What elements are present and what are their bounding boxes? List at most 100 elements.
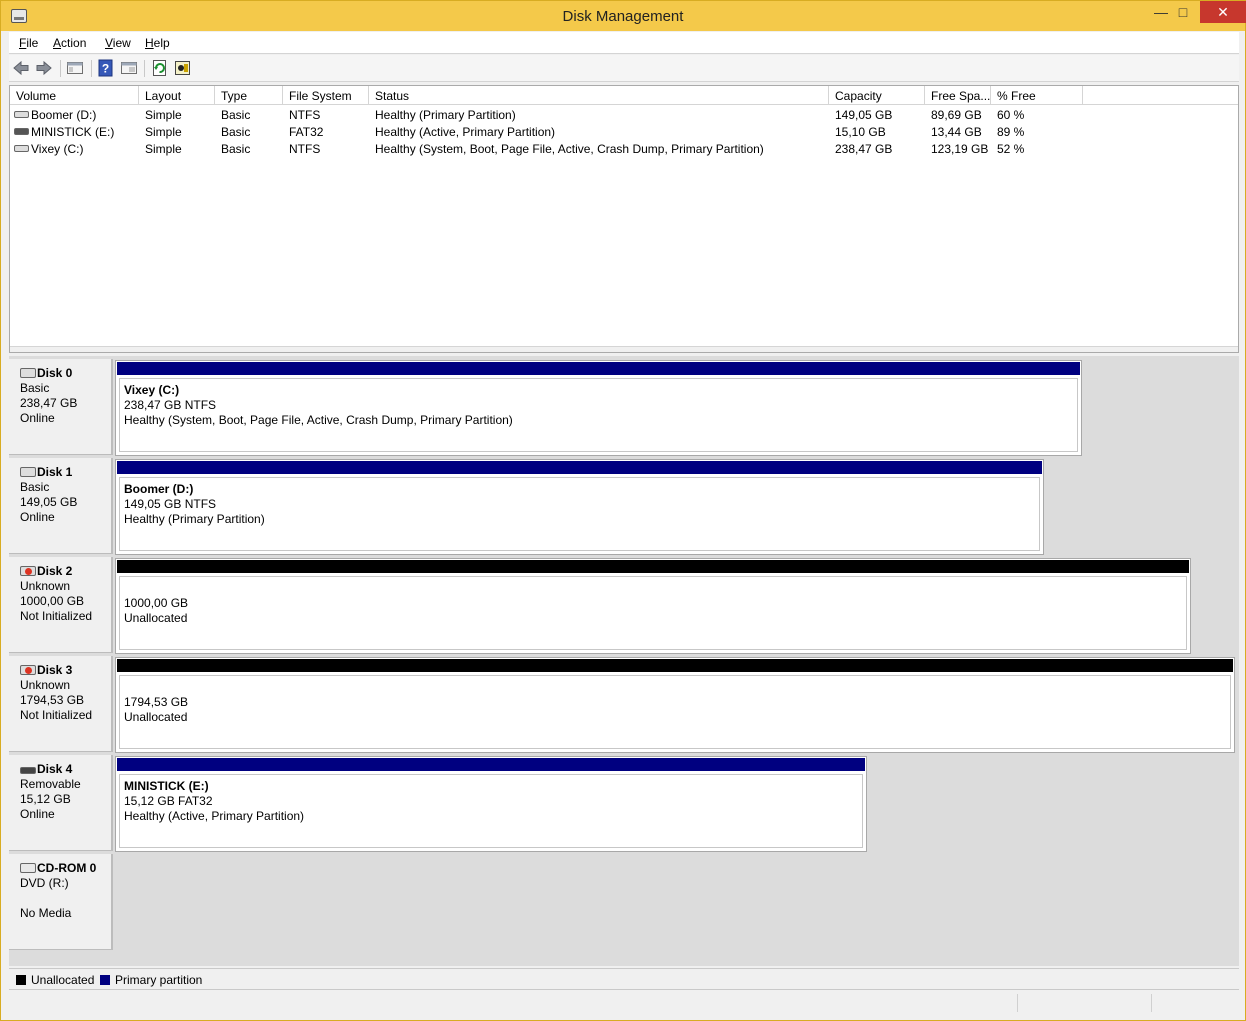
column-header-percent-free[interactable]: % Free — [991, 86, 1083, 105]
partition-frame[interactable]: 1000,00 GB Unallocated — [115, 558, 1191, 654]
cell-layout: Simple — [145, 108, 182, 122]
removable-drive-icon — [14, 128, 29, 135]
cell-type: Basic — [221, 125, 251, 139]
column-header-layout[interactable]: Layout — [139, 86, 215, 105]
disk-state: Not Initialized — [20, 708, 93, 722]
close-button[interactable]: ✕ — [1200, 1, 1246, 23]
partition-detail: 15,12 GB FAT32 — [124, 794, 213, 808]
unallocated-bar — [117, 659, 1233, 672]
partition-frame[interactable]: 1794,53 GB Unallocated — [115, 657, 1235, 753]
menu-bar: File Action View Help — [9, 32, 1239, 54]
legend: Unallocated Primary partition — [9, 968, 1239, 990]
primary-partition-bar — [117, 758, 865, 771]
partition-body[interactable]: Boomer (D:) 149,05 GB NTFS Healthy (Prim… — [119, 477, 1040, 551]
disk-warning-icon — [20, 665, 36, 675]
back-arrow-icon[interactable] — [12, 59, 30, 77]
cell-file-system: NTFS — [289, 108, 321, 122]
disk-state: No Media — [20, 906, 72, 920]
menu-help-label: elp — [153, 36, 170, 50]
partition-name — [124, 680, 1230, 695]
disk-row: CD-ROM 0 DVD (R:) No Media — [9, 851, 1239, 950]
menu-action-mnemonic: A — [53, 36, 62, 50]
menu-action[interactable]: Action — [53, 36, 86, 50]
rescan-disks-icon[interactable] — [174, 59, 192, 77]
menu-view[interactable]: View — [105, 36, 131, 50]
help-icon[interactable]: ? — [97, 59, 115, 77]
column-header-type[interactable]: Type — [215, 86, 283, 105]
title-bar[interactable]: Disk Management — □ ✕ — [1, 1, 1246, 31]
toolbar-separator — [144, 60, 145, 77]
partition-detail: 238,47 GB NTFS — [124, 398, 217, 412]
table-row[interactable]: Boomer (D:) Simple Basic NTFS Healthy (P… — [10, 106, 1238, 123]
disk-kind: Basic — [20, 480, 50, 494]
column-header-status[interactable]: Status — [369, 86, 829, 105]
table-row[interactable]: MINISTICK (E:) Simple Basic FAT32 Health… — [10, 123, 1238, 140]
partition-frame[interactable]: Boomer (D:) 149,05 GB NTFS Healthy (Prim… — [115, 459, 1044, 555]
menu-view-mnemonic: V — [105, 36, 113, 50]
disk-size — [20, 891, 111, 906]
disk-drive-icon — [14, 145, 29, 152]
unallocated-swatch — [16, 975, 26, 985]
maximize-button[interactable]: □ — [1168, 1, 1198, 23]
disk-state: Not Initialized — [20, 609, 93, 623]
column-header-file-system[interactable]: File System — [283, 86, 369, 105]
partition-name: MINISTICK (E:) — [124, 779, 209, 793]
disk-kind: Unknown — [20, 579, 71, 593]
disk-label[interactable]: Disk 0 Basic 238,47 GB Online — [9, 359, 113, 455]
partition-status: Healthy (System, Boot, Page File, Active… — [124, 413, 513, 427]
disk-map: Disk 0 Basic 238,47 GB Online Vixey (C:)… — [9, 356, 1239, 966]
refresh-icon[interactable] — [151, 59, 169, 77]
disk-name: CD-ROM 0 — [37, 861, 97, 875]
partition-body[interactable]: MINISTICK (E:) 15,12 GB FAT32 Healthy (A… — [119, 774, 863, 848]
disk-label[interactable]: Disk 4 Removable 15,12 GB Online — [9, 755, 113, 851]
cell-status: Healthy (Active, Primary Partition) — [375, 125, 556, 139]
disk-kind: DVD (R:) — [20, 876, 69, 890]
table-row[interactable]: Vixey (C:) Simple Basic NTFS Healthy (Sy… — [10, 140, 1238, 157]
partition-status: Unallocated — [124, 611, 188, 625]
disk-label[interactable]: CD-ROM 0 DVD (R:) No Media — [9, 854, 113, 950]
partition-detail: 1000,00 GB — [124, 596, 189, 610]
menu-help[interactable]: Help — [145, 36, 170, 50]
disk-row: Disk 1 Basic 149,05 GB Online Boomer (D:… — [9, 455, 1239, 555]
forward-arrow-icon[interactable] — [35, 59, 53, 77]
status-divider — [1017, 994, 1018, 1012]
cell-capacity: 15,10 GB — [835, 125, 886, 139]
show-hide-tree-icon[interactable] — [66, 59, 84, 77]
partition-name — [124, 581, 1186, 596]
disk-icon — [20, 368, 36, 378]
partition-frame[interactable]: Vixey (C:) 238,47 GB NTFS Healthy (Syste… — [115, 360, 1082, 456]
column-header-free-space[interactable]: Free Spa... — [925, 86, 991, 105]
cell-layout: Simple — [145, 142, 182, 156]
disk-name: Disk 4 — [37, 762, 73, 776]
partition-body[interactable]: 1000,00 GB Unallocated — [119, 576, 1187, 650]
disk-label[interactable]: Disk 3 Unknown 1794,53 GB Not Initialize… — [9, 656, 113, 752]
properties-icon[interactable] — [120, 59, 138, 77]
cell-percent-free: 89 % — [997, 125, 1025, 139]
volume-list: Volume Layout Type File System Status Ca… — [9, 85, 1239, 353]
partition-frame[interactable]: MINISTICK (E:) 15,12 GB FAT32 Healthy (A… — [115, 756, 867, 852]
partition-name: Vixey (C:) — [124, 383, 180, 397]
toolbar-separator — [60, 60, 61, 77]
disk-row: Disk 2 Unknown 1000,00 GB Not Initialize… — [9, 554, 1239, 654]
primary-partition-bar — [117, 362, 1080, 375]
cell-free-space: 13,44 GB — [931, 125, 982, 139]
partition-body[interactable]: Vixey (C:) 238,47 GB NTFS Healthy (Syste… — [119, 378, 1078, 452]
partition-body[interactable]: 1794,53 GB Unallocated — [119, 675, 1231, 749]
disk-size: 238,47 GB — [20, 396, 78, 410]
disk-label[interactable]: Disk 1 Basic 149,05 GB Online — [9, 458, 113, 554]
disk-management-window: Disk Management — □ ✕ File Action View H… — [0, 0, 1246, 1021]
disk-name: Disk 0 — [37, 366, 73, 380]
column-header-capacity[interactable]: Capacity — [829, 86, 925, 105]
disk-label[interactable]: Disk 2 Unknown 1000,00 GB Not Initialize… — [9, 557, 113, 653]
cell-type: Basic — [221, 142, 251, 156]
disk-kind: Basic — [20, 381, 50, 395]
disk-name: Disk 2 — [37, 564, 73, 578]
menu-file[interactable]: File — [19, 36, 38, 50]
cell-status: Healthy (Primary Partition) — [375, 108, 516, 122]
cell-file-system: NTFS — [289, 142, 321, 156]
column-header-volume[interactable]: Volume — [10, 86, 139, 105]
partition-detail: 1794,53 GB — [124, 695, 189, 709]
window-title: Disk Management — [562, 8, 684, 25]
legend-label: Unallocated — [31, 973, 95, 987]
primary-partition-swatch — [100, 975, 110, 985]
